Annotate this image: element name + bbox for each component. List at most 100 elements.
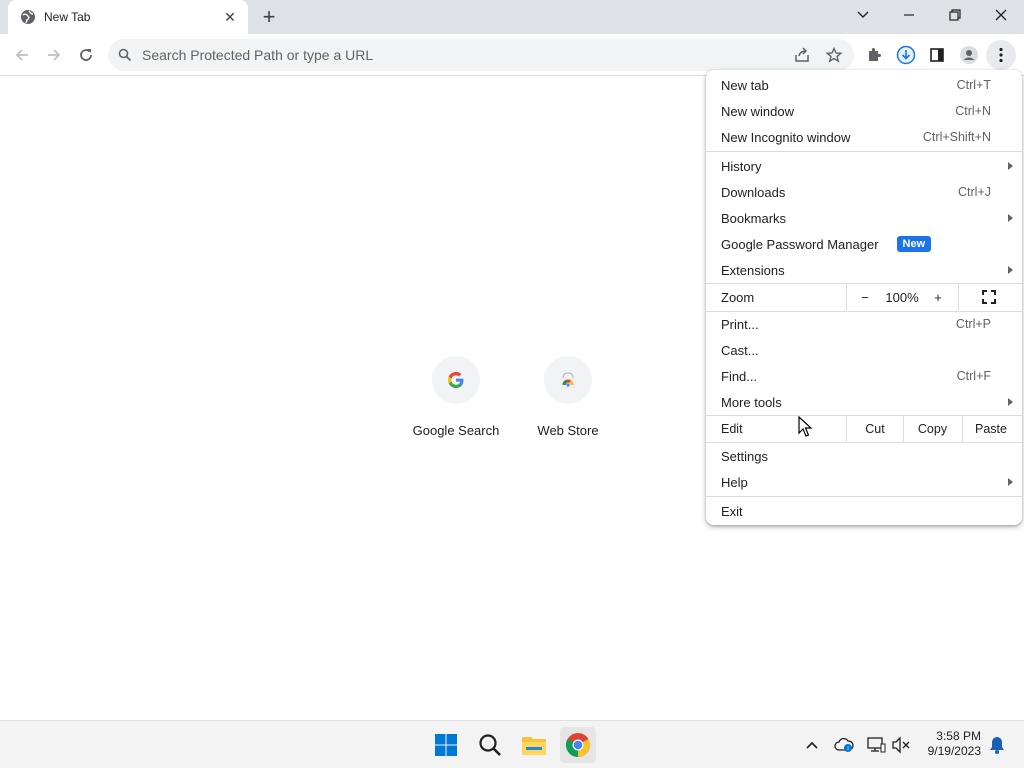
menu-item-label: Find...	[721, 368, 758, 384]
menu-item-label: Help	[721, 474, 748, 490]
zoom-in-button[interactable]: +	[924, 284, 952, 310]
side-panel-icon[interactable]	[922, 40, 952, 70]
downloads-icon[interactable]	[891, 40, 921, 70]
tab-search-icon[interactable]	[840, 0, 886, 30]
extensions-puzzle-icon[interactable]	[859, 40, 889, 70]
reload-icon[interactable]	[71, 40, 101, 70]
mouse-cursor-icon	[798, 415, 814, 438]
menu-item-label: Extensions	[721, 262, 785, 278]
zoom-divider	[846, 284, 847, 310]
svg-text:i: i	[847, 747, 848, 753]
volume-muted-icon[interactable]	[889, 733, 913, 757]
new-badge: New	[896, 236, 932, 252]
bookmark-star-icon[interactable]	[819, 40, 849, 70]
shortcut-web-store[interactable]: Web Store	[512, 352, 624, 438]
cut-button[interactable]: Cut	[847, 416, 903, 442]
tab-title: New Tab	[44, 10, 91, 24]
menu-item-new-window[interactable]: New window Ctrl+N	[706, 98, 1022, 124]
chrome-web-store-icon	[544, 356, 592, 404]
google-g-icon	[432, 356, 480, 404]
new-tab-button[interactable]: +	[256, 4, 282, 29]
address-bar-input[interactable]	[142, 47, 742, 63]
menu-item-more-tools[interactable]: More tools	[706, 389, 1022, 415]
menu-item-shortcut: Ctrl+Shift+N	[922, 130, 991, 144]
restore-icon[interactable]	[932, 0, 978, 30]
chrome-taskbar-icon[interactable]	[560, 727, 596, 763]
menu-item-label: New tab	[721, 77, 769, 93]
menu-item-label: New window	[721, 103, 794, 119]
back-arrow-icon[interactable]	[7, 40, 37, 70]
menu-item-bookmarks[interactable]: Bookmarks	[706, 205, 1022, 231]
menu-item-shortcut: Ctrl+T	[956, 78, 991, 92]
menu-item-shortcut: Ctrl+F	[956, 369, 991, 383]
taskbar-search-icon[interactable]	[472, 727, 508, 763]
menu-item-label: More tools	[721, 394, 782, 410]
notification-bell-icon[interactable]	[985, 733, 1009, 757]
menu-item-find[interactable]: Find... Ctrl+F	[706, 363, 1022, 389]
zoom-level: 100%	[885, 289, 919, 305]
taskbar-clock[interactable]: 3:58 PM 9/19/2023	[928, 729, 981, 759]
submenu-arrow-icon	[1008, 266, 1013, 274]
file-explorer-icon[interactable]	[516, 727, 552, 763]
globe-icon	[20, 9, 36, 25]
menu-kebab-icon[interactable]	[986, 40, 1016, 70]
submenu-arrow-icon	[1008, 398, 1013, 406]
profile-avatar-icon[interactable]	[954, 40, 984, 70]
edit-label: Edit	[721, 422, 743, 436]
submenu-arrow-icon	[1008, 214, 1013, 222]
menu-item-extensions[interactable]: Extensions	[706, 257, 1022, 283]
clock-time: 3:58 PM	[936, 729, 981, 743]
zoom-label: Zoom	[721, 289, 755, 305]
menu-item-password-manager[interactable]: Google Password Manager New	[706, 231, 1022, 257]
menu-item-new-incognito-window[interactable]: New Incognito window Ctrl+Shift+N	[706, 124, 1022, 150]
menu-item-shortcut: Ctrl+P	[955, 317, 991, 331]
network-icon[interactable]	[864, 733, 888, 757]
menu-edit-row: Edit Cut Copy Paste	[706, 416, 1022, 442]
tab-strip: New Tab ✕ +	[0, 0, 1024, 34]
tab-new-tab[interactable]: New Tab ✕	[8, 0, 248, 34]
menu-item-label: New Incognito window	[721, 129, 851, 145]
menu-item-settings[interactable]: Settings	[706, 443, 1022, 469]
chrome-menu: New tab Ctrl+T New window Ctrl+N New Inc…	[706, 70, 1022, 525]
menu-divider	[706, 496, 1022, 497]
search-icon	[108, 48, 142, 62]
menu-item-label: Google Password Manager	[721, 236, 879, 252]
menu-item-downloads[interactable]: Downloads Ctrl+J	[706, 179, 1022, 205]
menu-item-label: Print...	[721, 316, 759, 332]
shortcut-google-search[interactable]: Google Search	[400, 352, 512, 438]
menu-item-exit[interactable]: Exit	[706, 498, 1022, 524]
paste-button[interactable]: Paste	[963, 416, 1019, 442]
menu-item-new-tab[interactable]: New tab Ctrl+T	[706, 72, 1022, 98]
menu-item-cast[interactable]: Cast...	[706, 337, 1022, 363]
menu-item-label: Exit	[721, 503, 743, 519]
menu-item-print[interactable]: Print... Ctrl+P	[706, 311, 1022, 337]
zoom-divider	[958, 284, 959, 310]
menu-zoom-row: Zoom − 100% +	[706, 284, 1022, 310]
submenu-arrow-icon	[1008, 478, 1013, 486]
forward-arrow-icon[interactable]	[39, 40, 69, 70]
menu-item-shortcut: Ctrl+N	[955, 104, 991, 118]
copy-button[interactable]: Copy	[904, 416, 961, 442]
zoom-out-button[interactable]: −	[850, 284, 880, 310]
windows-start-icon[interactable]	[428, 727, 464, 763]
menu-item-history[interactable]: History	[706, 153, 1022, 179]
minimize-icon[interactable]	[886, 0, 932, 30]
fullscreen-icon[interactable]	[976, 284, 1002, 310]
menu-item-label: Downloads	[721, 184, 786, 200]
menu-item-label: Settings	[721, 448, 768, 464]
omnibox[interactable]	[108, 39, 854, 71]
menu-item-label: Cast...	[721, 342, 759, 358]
menu-item-label: Bookmarks	[721, 210, 787, 226]
menu-item-shortcut: Ctrl+J	[958, 185, 991, 199]
menu-divider	[706, 151, 1022, 152]
tray-overflow-chevron-icon[interactable]	[800, 733, 824, 757]
submenu-arrow-icon	[1008, 162, 1013, 170]
menu-item-help[interactable]: Help	[706, 469, 1022, 495]
menu-item-label: History	[721, 158, 762, 174]
tray-cloud-icon[interactable]: i	[832, 733, 856, 757]
close-window-icon[interactable]	[978, 0, 1024, 30]
share-icon[interactable]	[787, 40, 817, 70]
taskbar: i 3:58 PM 9/19/2023	[0, 720, 1024, 768]
tab-close-icon[interactable]: ✕	[222, 9, 238, 25]
clock-date: 9/19/2023	[927, 744, 981, 758]
